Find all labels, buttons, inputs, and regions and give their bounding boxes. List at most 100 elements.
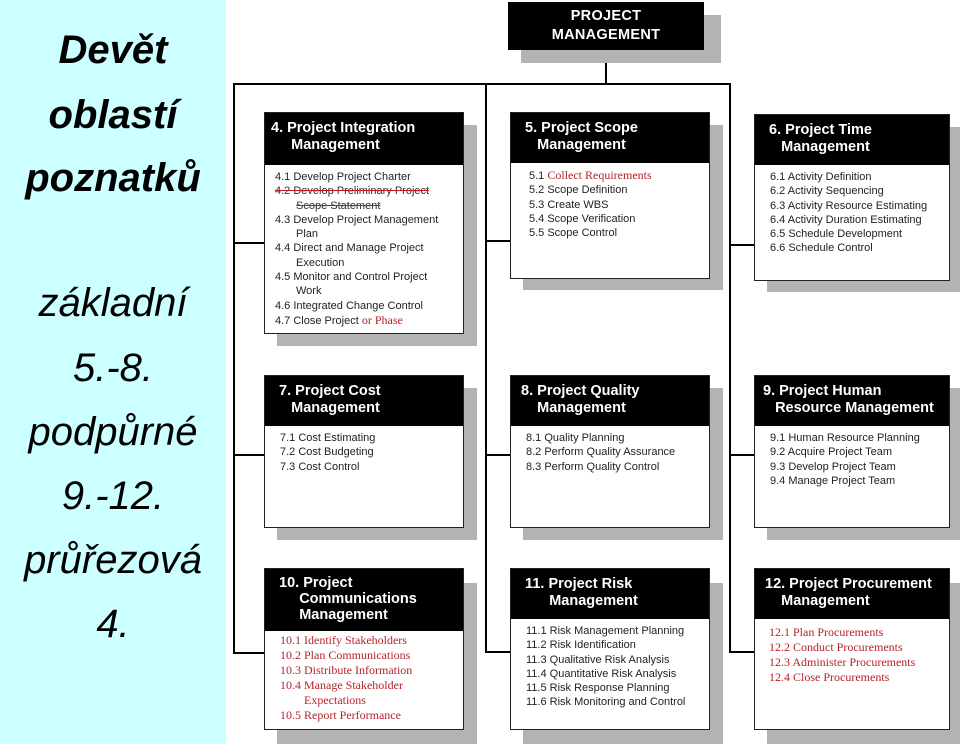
process-10-3: 10.3 Distribute Information bbox=[280, 663, 413, 677]
process-12-2: 12.2 Conduct Procurements bbox=[769, 640, 903, 654]
box-10-title-1: 10. Project bbox=[271, 575, 353, 591]
right-vertical-connector bbox=[729, 83, 731, 653]
box-scope-management: 5. Project Scope Management 5.1 Collect … bbox=[510, 112, 710, 279]
box-9-items: 9.1 Human Resource Planning 9.2 Acquire … bbox=[755, 426, 949, 488]
process-5-4: 5.4 Scope Verification bbox=[529, 212, 636, 225]
box-9-header: 9. Project Human Resource Management bbox=[755, 376, 949, 426]
process-9-1: 9.1 Human Resource Planning bbox=[770, 432, 920, 444]
box-6-title-1: 6. Project Time bbox=[761, 122, 872, 138]
process-11-2: 11.2 Risk Identification bbox=[526, 639, 636, 652]
process-5-1-text: Collect Requirements bbox=[547, 168, 652, 182]
box-12-header: 12. Project Procurement Management bbox=[755, 569, 949, 619]
label-crosscutting: průřezová bbox=[24, 538, 202, 582]
heading-line-2: oblastí bbox=[48, 93, 178, 137]
box-12-items: 12.1 Plan Procurements 12.2 Conduct Proc… bbox=[755, 619, 949, 685]
box-5-title-1: 5. Project Scope bbox=[517, 120, 638, 136]
process-11-6: 11.6 Risk Monitoring and Control bbox=[526, 696, 686, 709]
root-node-project-management: PROJECT MANAGEMENT bbox=[508, 2, 704, 50]
process-7-1: 7.1 Cost Estimating bbox=[280, 432, 376, 444]
box-6-title-2: Management bbox=[761, 139, 870, 155]
branch-12 bbox=[729, 651, 754, 653]
box-11-header: 11. Project Risk Management bbox=[511, 569, 709, 619]
process-5-5: 5.5 Scope Control bbox=[529, 227, 618, 240]
process-8-2: 8.2 Perform Quality Assurance bbox=[526, 446, 676, 459]
box-4-title-1: 4. Project Integration bbox=[271, 120, 416, 136]
process-6-2: 6.2 Activity Sequencing bbox=[770, 185, 884, 198]
process-4-7-text: 4.7 Close Project bbox=[275, 314, 359, 327]
box-9-title-2: Resource Management bbox=[763, 400, 934, 416]
process-10-2: 10.2 Plan Communications bbox=[280, 648, 411, 662]
box-7-items: 7.1 Cost Estimating 7.2 Cost Budgeting 7… bbox=[265, 426, 463, 474]
label-crosscutting-range: 4. bbox=[96, 602, 130, 646]
box-5-items: 5.1 Collect Requirements 5.2 Scope Defin… bbox=[511, 163, 709, 240]
middle-vertical-connector bbox=[485, 83, 487, 653]
process-4-5: 4.5 Monitor and Control Project bbox=[275, 271, 428, 284]
process-5-1-number: 5.1 bbox=[529, 170, 548, 182]
process-4-3-cont: Plan bbox=[296, 228, 319, 241]
box-4-header: 4. Project Integration Management bbox=[265, 113, 463, 165]
process-12-3: 12.3 Administer Procurements bbox=[769, 655, 916, 669]
box-quality-management: 8. Project Quality Management 8.1 Qualit… bbox=[510, 375, 710, 528]
box-6-items: 6.1 Activity Definition 6.2 Activity Seq… bbox=[755, 165, 949, 256]
box-risk-management: 11. Project Risk Management 11.1 Risk Ma… bbox=[510, 568, 710, 730]
process-10-4-cont: Expectations bbox=[304, 693, 366, 707]
box-7-title-2: Management bbox=[271, 400, 380, 416]
box-12-title-1: 12. Project Procurement bbox=[765, 576, 932, 592]
label-support-range: 9.-12. bbox=[61, 474, 165, 518]
process-5-2: 5.2 Scope Definition bbox=[529, 184, 628, 197]
box-time-management: 6. Project Time Management 6.1 Activity … bbox=[754, 114, 950, 281]
process-11-1: 11.1 Risk Management Planning bbox=[526, 625, 685, 637]
box-human-resource-management: 9. Project Human Resource Management 9.1… bbox=[754, 375, 950, 528]
process-11-5: 11.5 Risk Response Planning bbox=[526, 682, 670, 695]
box-6-header: 6. Project Time Management bbox=[755, 115, 949, 165]
box-7-header: 7. Project Cost Management bbox=[265, 376, 463, 426]
box-5-title-2: Management bbox=[517, 137, 626, 153]
branch-4 bbox=[233, 242, 264, 244]
process-10-4: 10.4 Manage Stakeholder bbox=[280, 678, 403, 692]
process-4-6: 4.6 Integrated Change Control bbox=[275, 299, 423, 312]
horizontal-connector bbox=[233, 83, 731, 85]
left-vertical-connector bbox=[233, 83, 235, 653]
process-7-3: 7.3 Cost Control bbox=[280, 460, 360, 473]
heading-line-3: poznatků bbox=[25, 156, 201, 200]
box-11-title-2: Management bbox=[517, 593, 638, 609]
box-5-header: 5. Project Scope Management bbox=[511, 113, 709, 163]
left-panel: Devět oblastí poznatků základní 5.-8. po… bbox=[0, 0, 226, 744]
process-9-4: 9.4 Manage Project Team bbox=[770, 474, 896, 487]
process-5-3: 5.3 Create WBS bbox=[529, 198, 609, 211]
process-7-2: 7.2 Cost Budgeting bbox=[280, 446, 374, 459]
label-support: podpůrné bbox=[28, 410, 198, 454]
branch-10 bbox=[233, 652, 264, 654]
process-4-7-addition: or Phase bbox=[361, 312, 403, 327]
branch-7 bbox=[233, 454, 264, 456]
box-8-header: 8. Project Quality Management bbox=[511, 376, 709, 426]
box-11-title-1: 11. Project Risk bbox=[517, 576, 633, 592]
box-8-title-2: Management bbox=[517, 400, 626, 416]
process-5-1: 5.1 Collect Requirements bbox=[529, 168, 709, 183]
process-4-2-struck-cont: Scope Statement bbox=[296, 199, 381, 212]
process-11-4: 11.4 Quantitative Risk Analysis bbox=[526, 667, 677, 680]
process-6-5: 6.5 Schedule Development bbox=[770, 228, 903, 241]
branch-8 bbox=[485, 454, 510, 456]
box-procurement-management: 12. Project Procurement Management 12.1 … bbox=[754, 568, 950, 730]
box-9-title-1: 9. Project Human bbox=[763, 383, 882, 399]
process-4-2-struck: 4.2 Develop Preliminary Project bbox=[275, 185, 430, 198]
box-integration-management: 4. Project Integration Management 4.1 De… bbox=[264, 112, 464, 334]
process-4-1: 4.1 Develop Project Charter bbox=[275, 171, 411, 183]
root-title-line-1: PROJECT bbox=[570, 8, 642, 24]
process-4-4: 4.4 Direct and Manage Project bbox=[275, 242, 424, 255]
heading-line-1: Devět bbox=[58, 28, 168, 72]
process-10-5: 10.5 Report Performance bbox=[280, 708, 401, 722]
process-6-3: 6.3 Activity Resource Estimating bbox=[770, 199, 928, 212]
box-cost-management: 7. Project Cost Management 7.1 Cost Esti… bbox=[264, 375, 464, 528]
process-9-2: 9.2 Acquire Project Team bbox=[770, 446, 893, 459]
process-6-4: 6.4 Activity Duration Estimating bbox=[770, 213, 922, 226]
process-8-1: 8.1 Quality Planning bbox=[526, 432, 625, 444]
box-11-items: 11.1 Risk Management Planning 11.2 Risk … bbox=[511, 619, 709, 710]
box-4-title-2: Management bbox=[271, 137, 380, 153]
box-12-title-2: Management bbox=[765, 593, 870, 609]
root-title-line-2: MANAGEMENT bbox=[551, 27, 661, 43]
process-11-3: 11.3 Qualitative Risk Analysis bbox=[526, 653, 670, 666]
process-10-1: 10.1 Identify Stakeholders bbox=[280, 633, 407, 647]
process-8-3: 8.3 Perform Quality Control bbox=[526, 460, 660, 473]
